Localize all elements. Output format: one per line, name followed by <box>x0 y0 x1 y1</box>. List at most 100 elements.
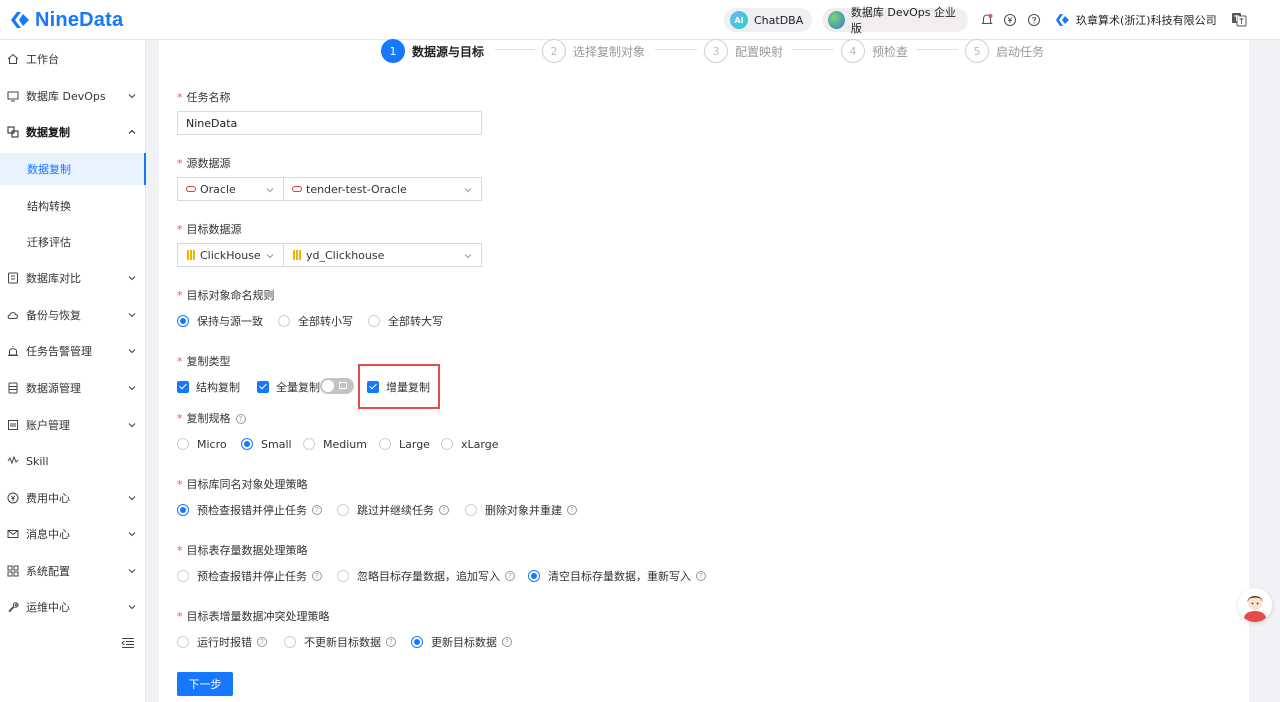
radio <box>465 504 477 516</box>
help-icon[interactable]: ? <box>386 637 396 647</box>
bell-icon[interactable] <box>980 13 994 27</box>
sidebar-item-account[interactable]: 账户管理 <box>0 409 146 441</box>
sidebar-item-devops[interactable]: 数据库 DevOps <box>0 80 146 112</box>
conflict-option[interactable]: 不更新目标数据? <box>284 634 396 650</box>
help-icon[interactable]: ? <box>505 571 515 581</box>
assistant-avatar[interactable] <box>1238 588 1272 622</box>
sidebar-item-label: 备份与恢复 <box>26 309 81 322</box>
company-switcher[interactable]: 玖章算术(浙江)科技有限公司 <box>1054 12 1217 28</box>
top-bar: NineData AI ChatDBA 数据库 DevOps 企业版 玖章算术(… <box>0 0 1280 40</box>
spec-option[interactable]: Medium <box>303 436 367 452</box>
wrench-icon <box>8 602 19 613</box>
source-instance-select[interactable]: tender-test-Oracle <box>283 177 482 201</box>
task-name-input[interactable] <box>177 111 482 135</box>
step-connector <box>916 49 958 50</box>
next-step-button[interactable]: 下一步 <box>177 672 233 696</box>
chevron-down-icon <box>128 423 136 428</box>
sidebar-item-label: 费用中心 <box>26 492 70 505</box>
spec-option[interactable]: Small <box>241 436 292 452</box>
sidebar-item-datasource[interactable]: 数据源管理 <box>0 372 146 404</box>
step-connector <box>792 49 834 50</box>
sidebar-item-label: 迁移评估 <box>27 236 71 249</box>
radio <box>177 438 189 450</box>
devops-edition-button[interactable]: 数据库 DevOps 企业版 <box>822 6 968 35</box>
target-label: * 目标数据源 <box>177 223 242 236</box>
existing-data-option[interactable]: 预检查报错并停止任务? <box>177 568 322 584</box>
sidebar-item-label: Skill <box>26 454 49 468</box>
sidebar-item-migration-assessment[interactable]: 迁移评估 <box>0 226 146 258</box>
naming-rule-option[interactable]: 全部转小写 <box>278 313 353 329</box>
sidebar-item-label: 数据源管理 <box>26 382 81 395</box>
copy-icon <box>7 126 19 138</box>
checkbox-checked <box>257 381 269 393</box>
sidebar-item-label: 账户管理 <box>26 419 70 432</box>
target-instance-select[interactable]: yd_Clickhouse <box>283 243 482 267</box>
conflict-option[interactable]: 运行时报错? <box>177 634 267 650</box>
step-connector <box>655 49 697 50</box>
naming-rule-option[interactable]: 全部转大写 <box>368 313 443 329</box>
globe-icon <box>828 11 845 29</box>
help-icon[interactable]: ? <box>257 637 267 647</box>
step-number: 2 <box>542 39 566 63</box>
spec-option[interactable]: Micro <box>177 436 227 452</box>
yen-icon <box>7 492 19 504</box>
chevron-down-icon <box>128 349 136 354</box>
naming-rule-label: * 目标对象命名规则 <box>177 289 275 302</box>
toggle-mark-icon <box>339 382 347 389</box>
sidebar-item-messages[interactable]: 消息中心 <box>0 518 146 550</box>
target-type-select[interactable]: ClickHouse <box>177 243 284 267</box>
sidebar-item-task-alarm[interactable]: 任务告警管理 <box>0 335 146 367</box>
sidebar-item-ops-center[interactable]: 运维中心 <box>0 591 146 623</box>
highlight-box <box>358 364 440 409</box>
same-name-policy-label: * 目标库同名对象处理策略 <box>177 478 308 491</box>
sidebar-item-data-replication-group[interactable]: 数据复制 <box>0 116 146 148</box>
sidebar-item-label: 运维中心 <box>26 601 70 614</box>
chevron-up-icon <box>128 129 136 134</box>
conflict-option[interactable]: 更新目标数据? <box>411 634 512 650</box>
chevron-down-icon <box>464 188 472 193</box>
help-icon[interactable]: ? <box>312 571 322 581</box>
naming-rule-option[interactable]: 保持与源一致 <box>177 313 263 329</box>
full-copy-toggle[interactable] <box>320 378 354 394</box>
help-icon[interactable]: ? <box>696 571 706 581</box>
collapse-menu-icon[interactable] <box>121 637 135 649</box>
full-copy-checkbox[interactable]: 全量复制 <box>257 379 320 395</box>
same-name-option[interactable]: 预检查报错并停止任务? <box>177 502 322 518</box>
step-5: 5 启动任务 <box>965 39 1044 63</box>
sidebar-item-structure-conversion[interactable]: 结构转换 <box>0 190 146 222</box>
help-icon[interactable] <box>1027 13 1041 27</box>
help-icon[interactable]: ? <box>567 505 577 515</box>
chevron-down-icon <box>128 496 136 501</box>
help-icon[interactable]: ? <box>502 637 512 647</box>
same-name-option[interactable]: 跳过并继续任务? <box>337 502 449 518</box>
sidebar-item-skill[interactable]: Skill <box>0 445 146 477</box>
help-icon[interactable]: ? <box>439 505 449 515</box>
sidebar: 工作台 数据库 DevOps 数据复制 数据复制 结构转换 迁移评估 数据库对比… <box>0 40 146 702</box>
radio-selected <box>411 636 423 648</box>
existing-data-option[interactable]: 清空目标存量数据，重新写入? <box>528 568 706 584</box>
step-label: 预检查 <box>872 44 909 59</box>
sidebar-item-data-replication[interactable]: 数据复制 <box>0 153 146 185</box>
sidebar-item-workbench[interactable]: 工作台 <box>0 43 146 75</box>
same-name-option[interactable]: 删除对象并重建? <box>465 502 577 518</box>
sidebar-item-billing[interactable]: 费用中心 <box>0 482 146 514</box>
language-icon[interactable] <box>1231 11 1247 27</box>
chatdba-button[interactable]: AI ChatDBA <box>724 8 812 32</box>
logo[interactable]: NineData <box>8 8 123 32</box>
radio <box>368 315 380 327</box>
help-icon[interactable]: ? <box>235 414 246 424</box>
help-icon[interactable]: ? <box>312 505 322 515</box>
sidebar-item-backup-restore[interactable]: 备份与恢复 <box>0 299 146 331</box>
chatdba-label: ChatDBA <box>754 13 804 27</box>
toggle-knob <box>322 380 334 392</box>
structure-copy-checkbox[interactable]: 结构复制 <box>177 379 240 395</box>
spec-option[interactable]: Large <box>379 436 430 452</box>
chevron-down-icon <box>266 188 274 193</box>
monitor-icon <box>7 91 19 102</box>
existing-data-option[interactable]: 忽略目标存量数据，追加写入? <box>337 568 515 584</box>
sidebar-item-db-compare[interactable]: 数据库对比 <box>0 262 146 294</box>
spec-option[interactable]: xLarge <box>441 436 498 452</box>
sidebar-item-system-config[interactable]: 系统配置 <box>0 555 146 587</box>
source-type-select[interactable]: Oracle <box>177 177 284 201</box>
yen-circle-icon[interactable] <box>1003 13 1017 27</box>
